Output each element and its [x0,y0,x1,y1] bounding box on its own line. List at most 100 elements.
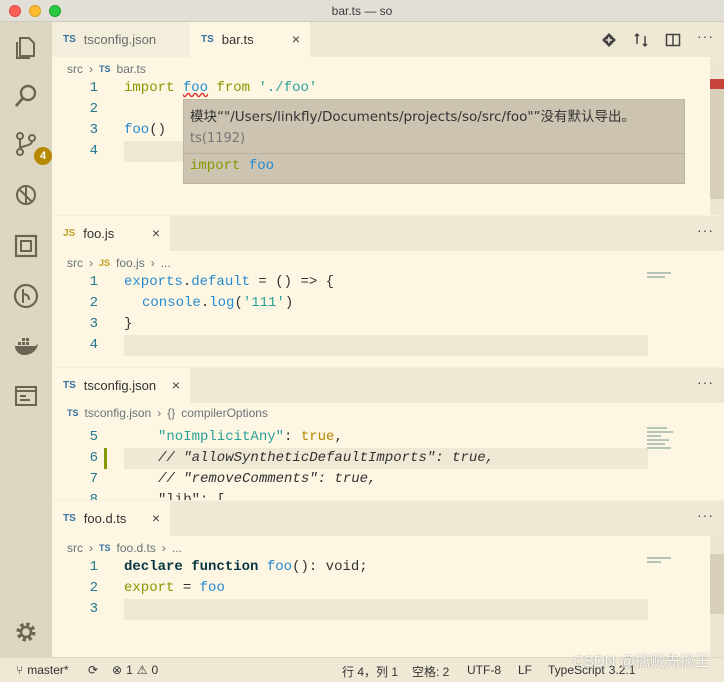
encoding[interactable]: UTF-8 [467,663,501,677]
indentation[interactable]: 空格: 2 [412,663,449,680]
chevron-right-icon: › [150,256,155,270]
ts-file-icon: TS [63,513,76,524]
breadcrumb-file[interactable]: tsconfig.json [85,406,152,420]
code-line: 7// "removeComments": true, [89,471,377,487]
minimap[interactable] [647,427,677,451]
braces-icon: {} [167,406,176,420]
git-branch-icon: ⑂ [16,663,24,677]
code-line: 5 "noImplicitAny": true, [89,429,343,445]
code-line: 8 "lib": [ [89,492,226,500]
breadcrumb-file[interactable]: bar.ts [117,62,146,76]
code-editor[interactable]: 5 "noImplicitAny": true, 6// "allowSynthe… [52,427,712,500]
editor-group-foo-js: JS foo.js × ··· src › JS foo.js › ... 1e… [52,216,724,367]
tab-bar: JS foo.js × ··· [52,216,724,251]
more-actions-icon[interactable]: ··· [697,222,714,238]
error-code: ts(1192) [190,131,246,146]
more-actions-icon[interactable]: ··· [697,28,714,44]
more-actions-icon[interactable]: ··· [697,507,714,523]
tab-bar-ts[interactable]: TS bar.ts × [190,22,310,57]
ts-file-icon: TS [63,34,76,45]
code-line: 3 [89,601,98,617]
code-line: 2 console.log('111') [89,295,294,311]
breadcrumb-folder[interactable]: src [67,541,83,555]
ts-file-icon: TS [63,380,76,391]
breadcrumb-more[interactable]: ... [161,256,171,270]
code-line: 6// "allowSyntheticDefaultImports": true… [89,450,495,466]
tab-bar: TS tsconfig.json TS bar.ts × ··· [52,22,724,57]
close-tab-icon[interactable]: × [152,510,160,526]
ts-file-icon: TS [99,543,111,553]
problems-indicator[interactable]: ⊗ 1 ⚠ 0 [112,663,158,677]
title-bar: bar.ts — so [0,0,724,22]
code-line: 1 import foo from './foo' [89,80,318,96]
code-line: 3} [89,316,133,332]
output-icon[interactable] [8,378,44,414]
code-line: 2 export = foo [89,580,225,596]
js-file-icon: JS [99,258,111,268]
line-ending[interactable]: LF [518,663,532,677]
window-title: bar.ts — so [331,4,393,18]
tab-label: bar.ts [221,32,254,47]
breadcrumb-more[interactable]: ... [172,541,182,555]
tab-label: foo.d.ts [83,511,127,526]
tab-tsconfig-json[interactable]: TS tsconfig.json [52,22,190,57]
ts-file-icon: TS [201,34,214,45]
activity-bar: 4 [0,22,52,657]
scrollbar[interactable] [710,57,724,215]
scrollbar[interactable] [710,536,724,657]
docker-icon[interactable] [8,328,44,364]
close-tab-icon[interactable]: × [172,377,180,393]
watermark: CSDN @擒贼先擒王 [573,653,710,670]
cursor-position[interactable]: 行 4，列 1 [342,663,398,680]
editor-group-tsconfig: TS tsconfig.json × ··· TS tsconfig.json … [52,368,724,500]
code-line: 4 [89,337,98,353]
debug-icon[interactable] [8,176,44,212]
hover-signature: import foo [190,158,275,174]
breadcrumb-folder[interactable]: src [67,256,83,270]
git-lens-icon[interactable] [8,278,44,314]
close-tab-icon[interactable]: × [292,31,300,47]
chevron-right-icon: › [157,406,162,420]
breadcrumb-file[interactable]: foo.js [116,256,145,270]
extensions-icon[interactable] [8,228,44,264]
gear-icon[interactable] [8,614,44,650]
chevron-right-icon: › [89,256,93,270]
open-changes-icon[interactable] [601,32,617,48]
close-tab-icon[interactable]: × [152,225,160,241]
search-icon[interactable] [8,78,44,114]
warning-icon: ⚠ [136,663,148,677]
js-file-icon: JS [63,228,76,239]
breadcrumb: src › TS bar.ts [67,62,146,76]
chevron-right-icon: › [89,541,93,555]
divider [184,153,684,154]
sync-icon[interactable]: ⟳ [88,663,98,677]
minimap[interactable] [647,557,677,565]
breadcrumb-path[interactable]: compilerOptions [181,406,268,420]
tab-tsconfig-json[interactable]: TS tsconfig.json × [52,368,190,403]
explorer-icon[interactable] [8,30,44,66]
error-hover-tooltip: 模块“"/Users/linkfly/Documents/projects/so… [183,99,685,184]
breadcrumb-file[interactable]: foo.d.ts [117,541,156,555]
editor-group-foo-d-ts: TS foo.d.ts × ··· src › TS foo.d.ts › ..… [52,501,724,657]
chevron-right-icon: › [89,62,93,76]
chevron-right-icon: › [161,541,166,555]
tab-foo-js[interactable]: JS foo.js × [52,216,170,251]
more-actions-icon[interactable]: ··· [697,374,714,390]
branch-indicator[interactable]: ⑂ master* [16,663,69,677]
compare-icon[interactable] [633,32,649,48]
breadcrumb-folder[interactable]: src [67,62,83,76]
code-line: 1 declare function foo(): void; [89,559,368,575]
source-control-icon[interactable]: 4 [8,126,52,165]
breadcrumb: TS tsconfig.json › {} compilerOptions [67,406,268,420]
tab-foo-d-ts[interactable]: TS foo.d.ts × [52,501,170,536]
code-line: 1 exports.default = () => { [89,274,335,290]
breadcrumb: src › TS foo.d.ts › ... [67,541,182,555]
hover-message: 模块“"/Users/linkfly/Documents/projects/so… [190,109,636,146]
tab-label: foo.js [83,226,115,241]
ts-file-icon: TS [67,408,79,418]
error-icon: ⊗ [112,663,123,677]
minimap[interactable] [647,272,677,280]
tab-label: tsconfig.json [83,32,157,47]
split-editor-icon[interactable] [665,32,681,48]
scm-badge: 4 [34,147,52,165]
